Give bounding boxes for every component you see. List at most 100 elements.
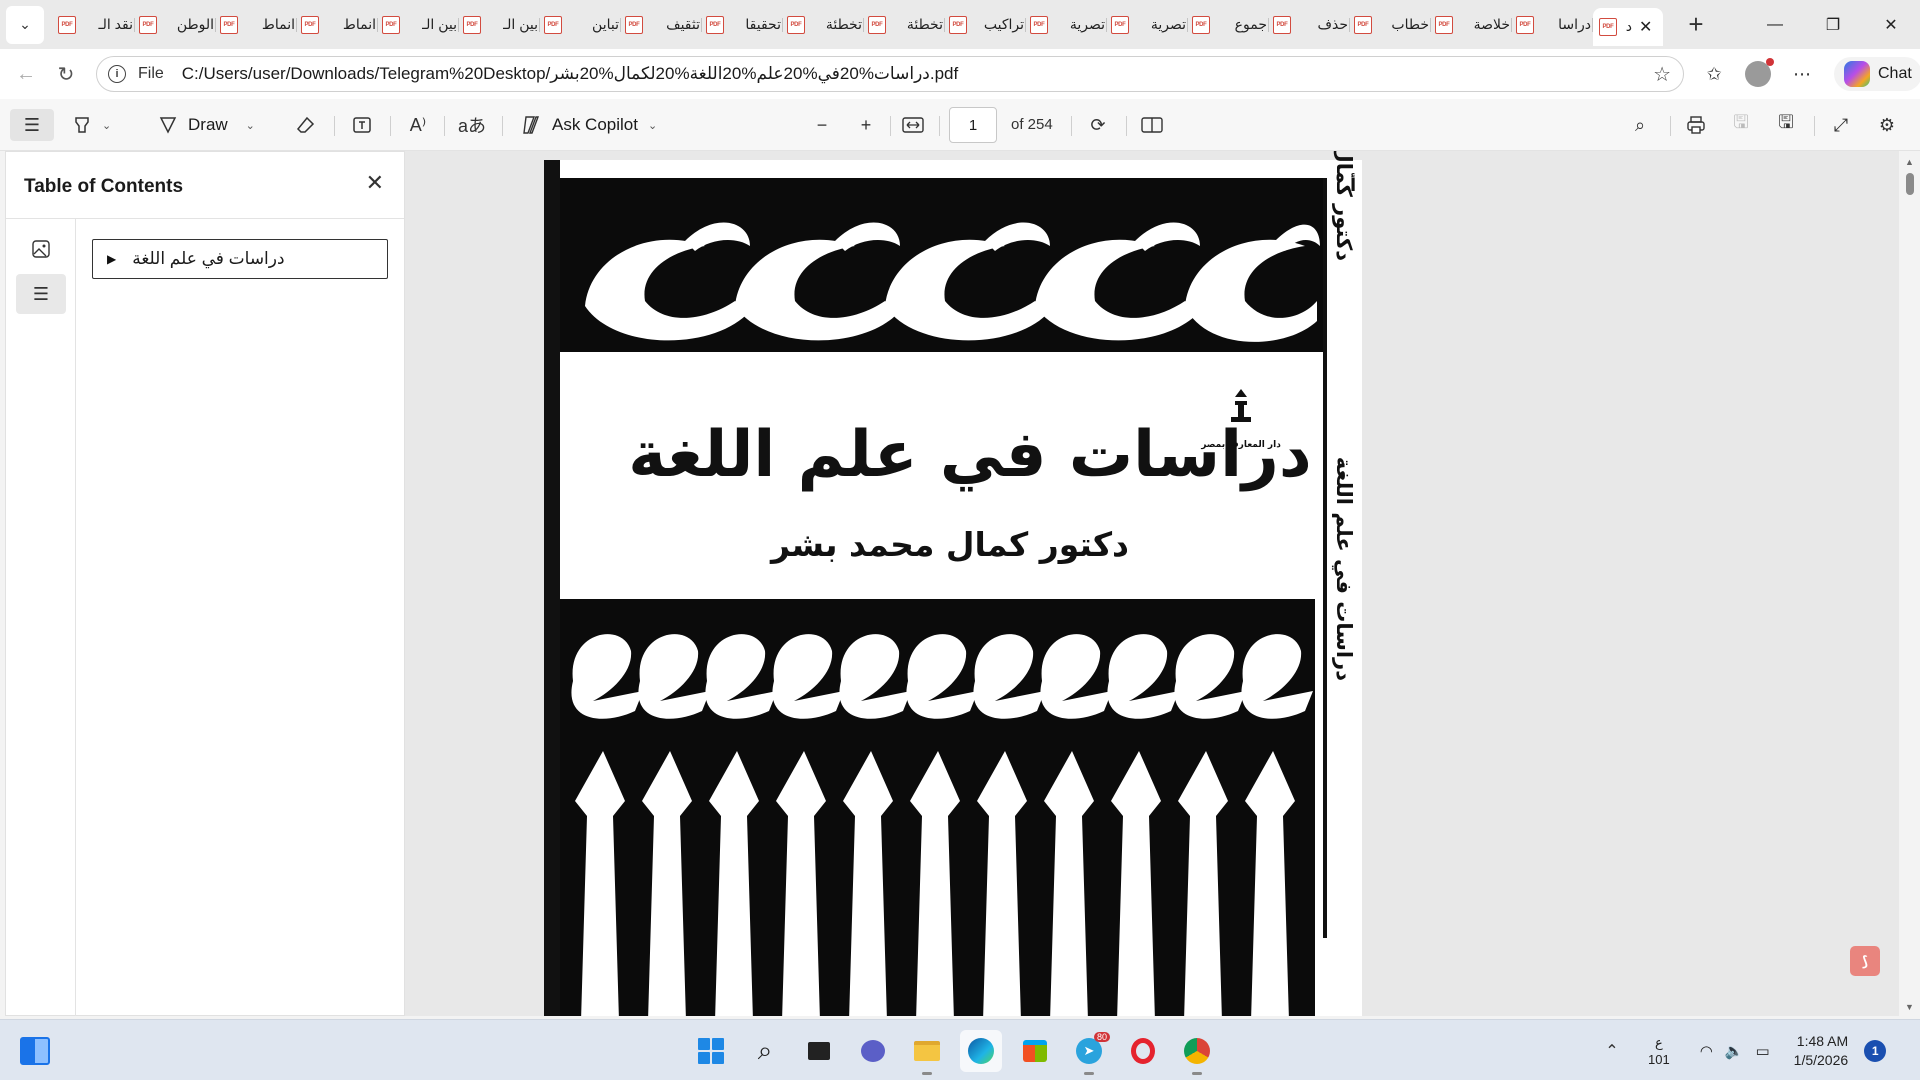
draw-button[interactable]: Draw ⌄ [158,109,255,141]
profile-button[interactable] [1740,56,1776,92]
notification-count-badge[interactable]: 1 [1864,1039,1887,1062]
new-tab-button[interactable]: + [1679,8,1713,42]
window-controls: — ❐ ✕ [1746,0,1920,49]
zoom-in-button[interactable]: + [854,109,878,141]
browser-tab[interactable]: PDF تحقيقا [702,8,783,42]
chrome-button[interactable] [1176,1030,1218,1075]
browser-tab[interactable]: PDF تباين [540,8,621,42]
tab-title: تثقيف [666,16,700,32]
browser-tab[interactable]: PDF خلاصة [1431,8,1512,42]
chevron-down-icon[interactable]: ⌄ [648,119,657,132]
close-window-button[interactable]: ✕ [1862,0,1920,49]
more-menu-button[interactable]: ⋯ [1784,56,1820,92]
widgets-icon[interactable] [20,1037,50,1065]
tab-actions-menu-button[interactable]: ⌄ [6,5,44,44]
browser-tab[interactable]: PDF تخطئة [783,8,864,42]
teams-chat-button[interactable] [852,1030,894,1072]
contents-tab-button[interactable]: ☰ [16,274,66,314]
table-of-contents-toggle[interactable]: ☰ [10,109,54,141]
highlight-button[interactable]: ⌄ [72,109,111,141]
toolbar-divider [1071,116,1072,136]
copilot-chat-button[interactable]: Chat [1834,57,1920,91]
browser-tab[interactable]: PDF تصرية [1026,8,1107,42]
add-text-button[interactable] [348,109,376,141]
translate-icon: aあ [458,116,487,136]
vertical-scrollbar[interactable]: ▲ ▼ [1899,151,1920,1016]
browser-tab[interactable]: PDF دراسا [1512,8,1593,42]
browser-tab[interactable]: PDF تصرية [1107,8,1188,42]
task-view-button[interactable] [798,1030,840,1072]
input-language-indicator[interactable]: ع 101 [1648,1034,1670,1068]
browser-tab[interactable]: PDF حذف [1269,8,1350,42]
read-aloud-icon: A⁾ [409,114,427,135]
refresh-button[interactable]: ↻ [46,54,86,94]
save-as-button[interactable]: 🖫 [1772,109,1800,141]
url-text[interactable]: C:/Users/user/Downloads/Telegram%20Deskt… [182,64,958,84]
toc-item[interactable]: ▶ دراسات في علم اللغة [92,239,388,279]
opera-icon [1131,1038,1155,1064]
ask-copilot-button[interactable]: Ask Copilot ⌄ [520,109,657,141]
minimize-button[interactable]: — [1746,0,1804,49]
browser-tab[interactable]: PDF تثقيف [621,8,702,42]
erase-button[interactable] [292,109,320,141]
address-row: ← ↻ i File C:/Users/user/Downloads/Teleg… [0,49,1920,99]
toolbar-divider [1814,116,1815,136]
rotate-button[interactable]: ⟳ [1084,109,1112,141]
translate-button[interactable]: aあ [458,109,486,141]
browser-tab[interactable]: PDF تراكيب [945,8,1026,42]
draw-label: Draw [188,115,228,134]
page-view-button[interactable] [1138,109,1166,141]
chrome-icon [1184,1038,1210,1064]
read-aloud-button[interactable]: A⁾ [404,109,432,141]
zoom-out-button[interactable]: − [810,109,834,141]
save-button[interactable]: 🖫 [1727,109,1755,141]
find-button[interactable]: ⌕ [1626,109,1654,141]
add-favorite-star-icon[interactable]: ☆ [1653,62,1671,87]
print-button[interactable] [1682,109,1710,141]
expand-arrow-icon[interactable]: ▶ [107,252,116,266]
quick-settings[interactable]: ◠ 🔈 ▭ [1700,1042,1770,1060]
document-viewer[interactable]: أ دكتور كمال محمد بشر دراسات في علم اللغ… [405,151,1899,1016]
full-screen-button[interactable]: ⤢ [1827,109,1855,141]
browser-tab[interactable]: PDF انماط [297,8,378,42]
opera-button[interactable] [1122,1030,1164,1072]
favorites-button[interactable]: ✩ [1696,56,1732,92]
settings-button[interactable]: ⚙ [1873,109,1901,141]
chevron-down-icon[interactable]: ⌄ [246,119,255,132]
page-number-input[interactable]: 1 [949,107,997,143]
chevron-down-icon[interactable]: ⌄ [102,119,111,132]
browser-tab[interactable]: PDF انماط [216,8,297,42]
bottom-calligraphy-band [560,599,1315,1016]
browser-tab[interactable]: PDF جموع [1188,8,1269,42]
restore-button[interactable]: ❐ [1804,0,1862,49]
telegram-button[interactable]: ➤ 80 [1068,1030,1110,1075]
browser-tab[interactable]: PDF خطاب [1350,8,1431,42]
taskbar-search-button[interactable]: ⌕ [744,1030,786,1072]
scroll-up-arrow-icon[interactable]: ▲ [1905,157,1914,167]
browser-tab[interactable]: PDF بين الـ [378,8,459,42]
close-tab-button[interactable]: ✕ [1639,17,1652,37]
info-icon[interactable]: i [108,65,126,83]
acrobat-pdf-icon[interactable]: ⟆ [1850,946,1880,976]
show-hidden-icons-chevron-icon[interactable]: ⌃ [1600,1041,1624,1061]
scroll-down-arrow-icon[interactable]: ▼ [1905,1002,1914,1012]
clock[interactable]: 1:48 AM 1/5/2026 [1794,1032,1849,1070]
active-browser-tab[interactable]: PDF د ✕ [1593,7,1663,46]
address-bar[interactable]: i File C:/Users/user/Downloads/Telegram%… [96,56,1684,92]
toolbar-divider [1126,116,1127,136]
browser-tab[interactable]: PDF بين الـ [459,8,540,42]
scrollbar-thumb[interactable] [1906,173,1914,195]
pdf-file-icon: PDF [220,15,238,34]
edge-button[interactable] [960,1030,1002,1072]
thumbnails-button[interactable] [16,229,66,269]
store-button[interactable] [1014,1030,1056,1072]
file-explorer-button[interactable] [906,1030,948,1075]
close-panel-button[interactable]: ✕ [366,170,384,196]
browser-tab[interactable]: PDF نقد الـ [54,8,135,42]
start-button[interactable] [690,1030,732,1072]
back-button[interactable]: ← [6,54,46,94]
fit-to-width-button[interactable] [899,109,927,141]
pdf-file-icon: PDF [625,15,643,34]
browser-tab[interactable]: PDF الوطن [135,8,216,42]
browser-tab[interactable]: PDF تخطئة [864,8,945,42]
